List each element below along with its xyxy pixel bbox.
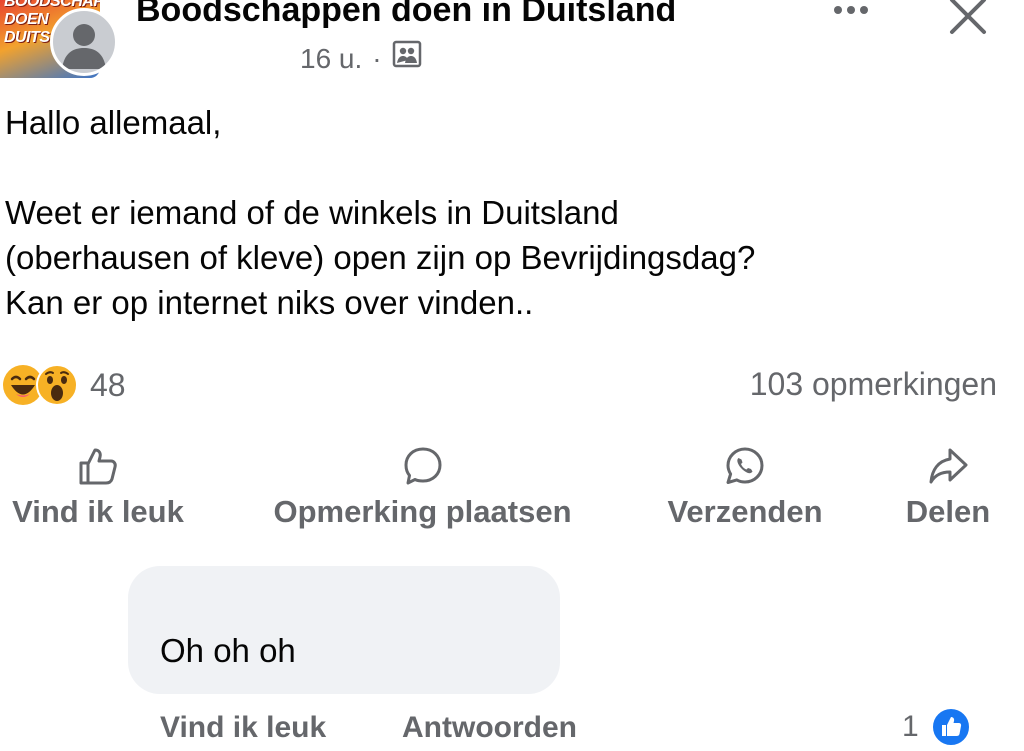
share-arrow-icon	[929, 448, 968, 484]
thumbs-up-icon	[79, 448, 117, 485]
more-dots-icon	[834, 6, 868, 14]
logo-text-line-2: DOEN	[4, 11, 49, 28]
close-icon	[950, 0, 986, 34]
more-options-button[interactable]	[826, 0, 876, 28]
comment-button[interactable]: Opmerking plaatsen	[245, 444, 600, 530]
meta-separator: ·	[372, 42, 382, 74]
post-text: Hallo allemaal, Weet er iemand of de win…	[5, 104, 756, 321]
post-time[interactable]: 16 u.	[300, 41, 362, 77]
comments-count-link[interactable]: 103 opmerkingen	[750, 363, 997, 405]
send-button[interactable]: Verzenden	[648, 444, 842, 530]
close-button[interactable]	[944, 0, 994, 42]
comment-reply-button[interactable]: Antwoorden	[402, 707, 577, 749]
reactions-summary[interactable]: 48	[2, 363, 126, 407]
logo-text-line-3: DUITS	[4, 29, 50, 46]
send-label: Verzenden	[667, 494, 823, 529]
post-meta: 16 u. ·	[300, 40, 422, 77]
wow-emoji-icon	[36, 364, 78, 406]
comment-text: Oh oh oh	[160, 632, 296, 669]
comment-label: Opmerking plaatsen	[273, 494, 572, 529]
comment-like-button[interactable]: Vind ik leuk	[160, 707, 326, 749]
group-name[interactable]: Boodschappen doen in Duitsland	[136, 0, 676, 30]
like-badge-icon	[930, 706, 972, 748]
share-button[interactable]: Delen	[890, 444, 1006, 530]
like-button[interactable]: Vind ik leuk	[0, 444, 198, 530]
share-label: Delen	[905, 494, 991, 529]
default-avatar-icon	[62, 24, 106, 69]
reaction-count: 48	[90, 366, 126, 403]
like-label: Vind ik leuk	[12, 494, 184, 529]
whatsapp-icon	[726, 447, 764, 484]
comment-bubble-icon	[404, 447, 441, 485]
avatar[interactable]	[50, 8, 118, 76]
group-audience-icon	[392, 40, 422, 77]
comment-like-count: 1	[902, 710, 919, 743]
